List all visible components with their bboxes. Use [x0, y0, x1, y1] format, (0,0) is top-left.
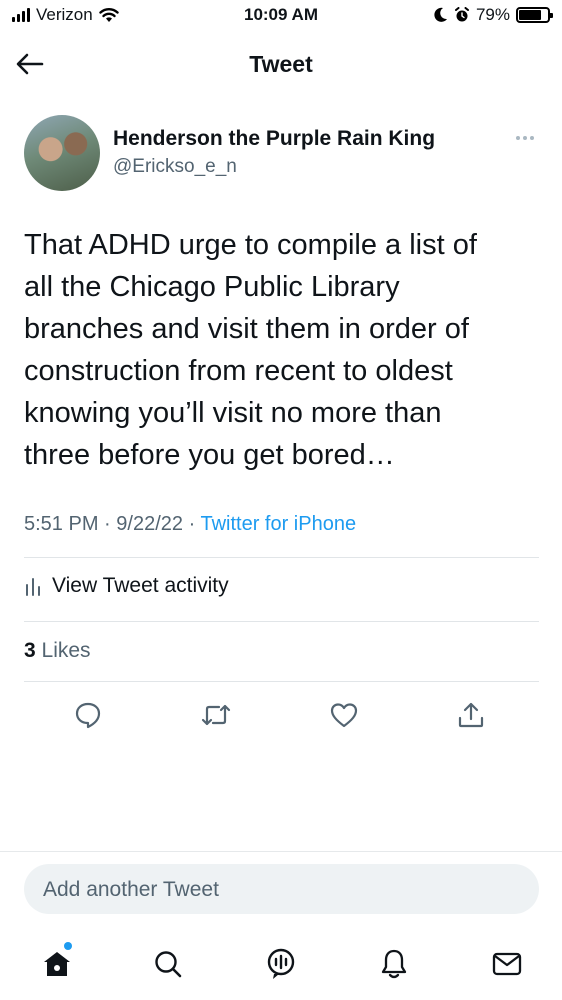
likes-label: Likes — [41, 639, 91, 662]
more-dot — [523, 136, 527, 140]
spaces-icon — [267, 948, 295, 979]
header: Tweet — [0, 34, 562, 94]
tweet-source-link[interactable]: Twitter for iPhone — [200, 513, 356, 535]
reply-compose-input[interactable]: Add another Tweet — [24, 864, 539, 914]
divider — [24, 621, 539, 622]
view-activity-label: View Tweet activity — [52, 574, 229, 597]
like-button[interactable] — [326, 697, 362, 733]
divider — [24, 681, 539, 682]
home-notification-dot — [64, 942, 72, 950]
home-icon — [44, 952, 70, 976]
tab-notifications[interactable] — [374, 944, 414, 984]
battery-percent: 79% — [475, 5, 510, 24]
view-activity-button[interactable]: View Tweet activity — [24, 574, 229, 598]
status-bar: Verizon 10:09 AM 79% — [0, 0, 562, 32]
divider — [24, 557, 539, 558]
avatar[interactable] — [24, 115, 100, 191]
tweet-actions — [0, 697, 562, 733]
compose-placeholder: Add another Tweet — [43, 878, 219, 901]
meta-separator: · — [104, 513, 111, 535]
share-icon — [458, 702, 484, 728]
tab-home[interactable] — [37, 942, 77, 984]
retweet-button[interactable] — [198, 697, 234, 733]
bottom-tab-bar — [0, 940, 562, 990]
search-icon — [155, 951, 182, 978]
moon-icon — [434, 7, 447, 22]
tab-search[interactable] — [148, 944, 188, 984]
page-title: Tweet — [249, 51, 313, 77]
reply-button[interactable] — [70, 697, 106, 733]
reply-icon — [75, 702, 101, 729]
tweet-time: 5:51 PM — [24, 513, 99, 535]
likes-summary[interactable]: 3 Likes — [24, 639, 91, 663]
battery-fill — [519, 10, 542, 20]
status-right-group: 79% — [434, 5, 553, 25]
more-dot — [530, 136, 534, 140]
tab-messages[interactable] — [487, 944, 527, 984]
tweet-date: 9/22/22 — [116, 513, 184, 535]
messages-icon — [492, 952, 522, 976]
battery-icon — [516, 7, 553, 23]
author-name[interactable]: Henderson the Purple Rain King — [113, 127, 435, 151]
retweet-icon — [201, 704, 231, 726]
divider — [0, 851, 562, 852]
more-options-button[interactable] — [510, 128, 540, 148]
tab-spaces[interactable] — [261, 944, 301, 984]
likes-count: 3 — [24, 639, 36, 662]
author-handle[interactable]: @Erickso_e_n — [113, 156, 237, 178]
more-dot — [516, 136, 520, 140]
share-button[interactable] — [453, 697, 489, 733]
tweet-meta: 5:51 PM · 9/22/22 · Twitter for iPhone — [24, 513, 356, 536]
analytics-icon — [26, 578, 40, 596]
meta-separator: · — [188, 513, 196, 535]
notifications-icon — [381, 949, 407, 979]
alarm-icon — [454, 7, 469, 22]
like-icon — [330, 703, 358, 728]
tweet-text: That ADHD urge to compile a list of all … — [24, 229, 477, 471]
